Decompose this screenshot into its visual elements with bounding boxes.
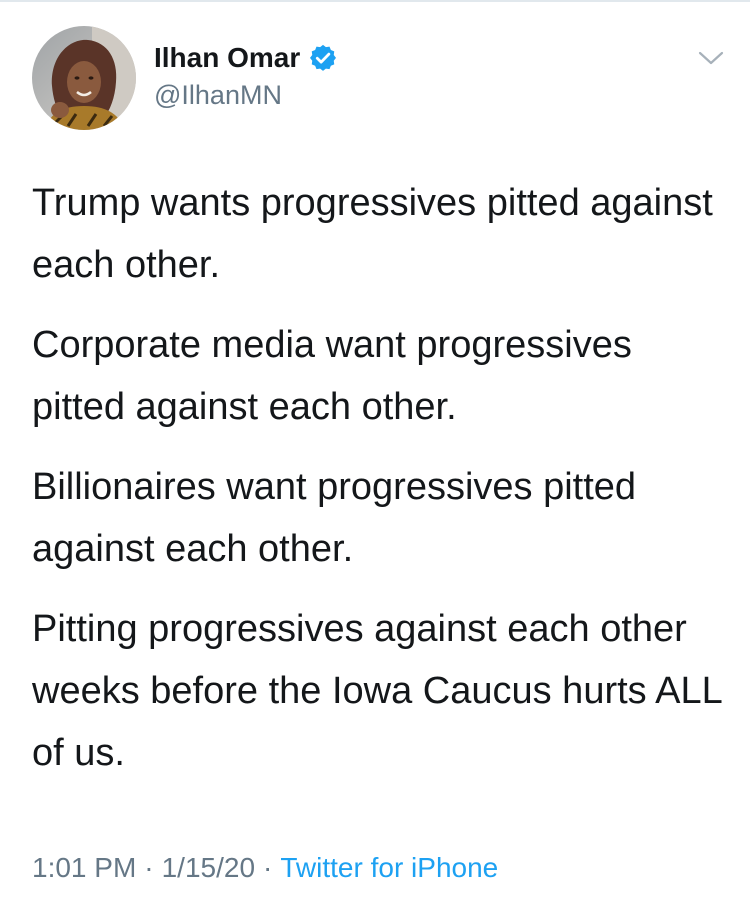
meta-separator: · [144,852,154,883]
user-info: Ilhan Omar @IlhanMN [154,42,338,111]
tweet-date[interactable]: 1/15/20 [162,852,255,883]
verified-badge-icon [308,43,338,73]
avatar[interactable] [32,26,136,130]
handle[interactable]: @IlhanMN [154,80,338,111]
tweet-paragraph: Pitting progressives against each other … [32,608,722,774]
tweet-source-link[interactable]: Twitter for iPhone [280,852,498,883]
tweet-header: Ilhan Omar @IlhanMN [32,26,724,130]
display-name[interactable]: Ilhan Omar [154,42,300,74]
tweet-paragraph: Trump wants progressives pitted against … [32,182,713,286]
tweet-paragraph: Corporate media want progressives pitted… [32,324,632,428]
chevron-down-icon[interactable] [696,48,726,68]
tweet-time[interactable]: 1:01 PM [32,852,136,883]
tweet-paragraph: Billionaires want progressives pitted ag… [32,466,637,570]
tweet-meta: 1:01 PM · 1/15/20 · Twitter for iPhone [32,852,498,884]
meta-separator: · [263,852,273,883]
profile-photo-icon [32,26,136,130]
name-row: Ilhan Omar [154,42,338,74]
top-divider [0,0,750,2]
tweet-text: Trump wants progressives pitted against … [32,172,732,784]
